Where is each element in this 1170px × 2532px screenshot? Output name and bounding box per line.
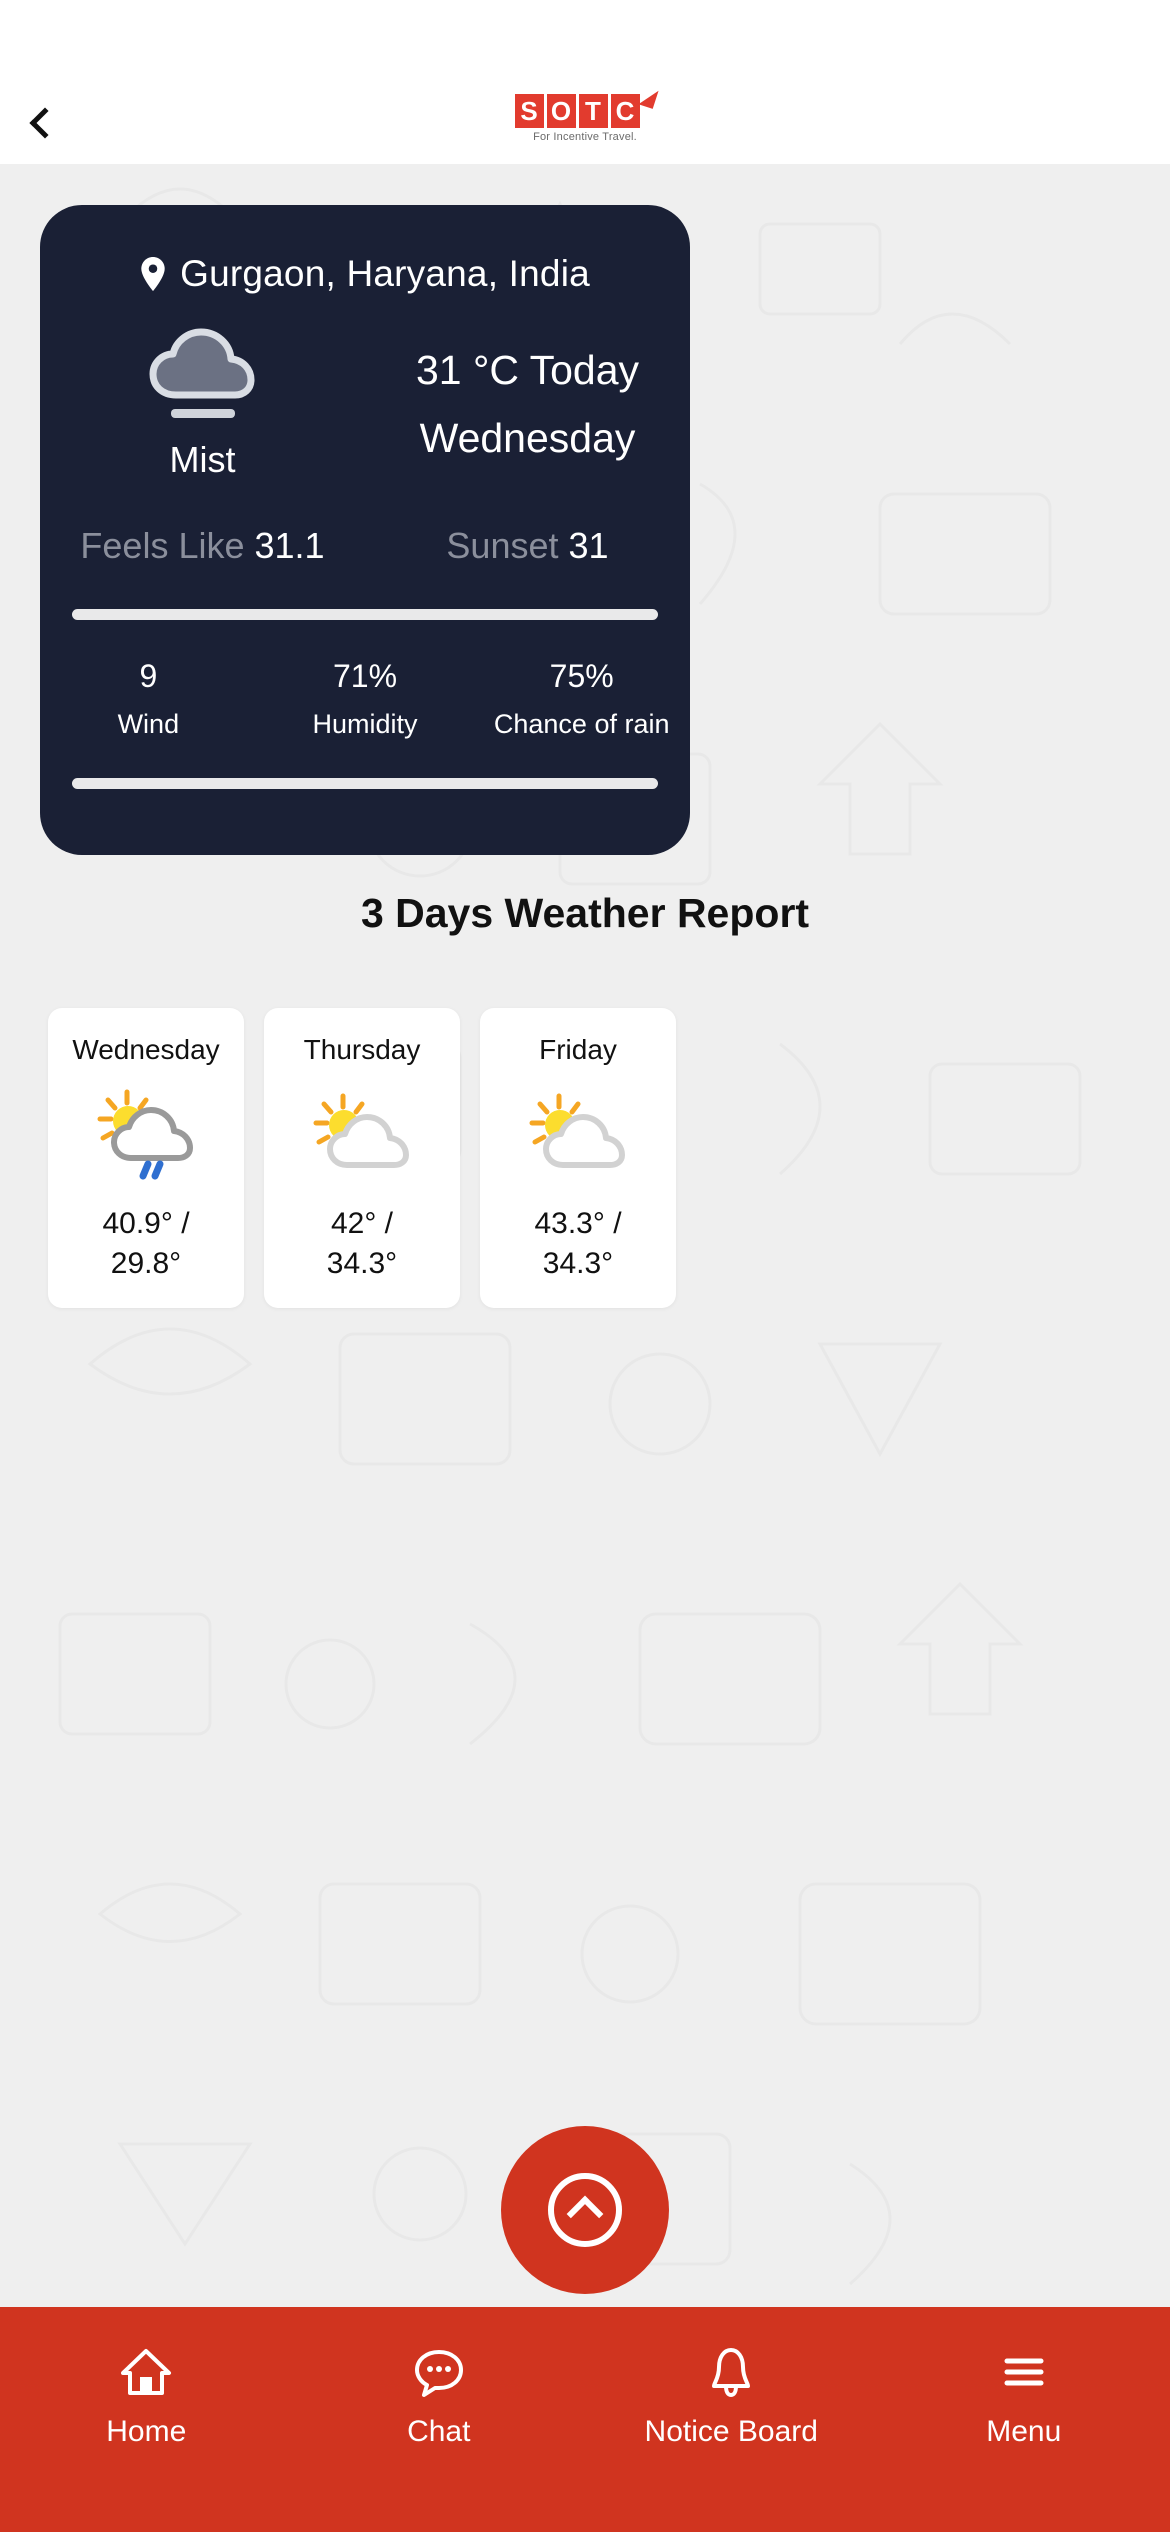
stat-humidity: 71% Humidity [257,658,474,740]
meta-row: Feels Like 31.1 Sunset 31 [40,525,690,567]
stat-wind: 9 Wind [40,658,257,740]
stat-label: Chance of rain [493,709,670,739]
sunset-value: 31 [568,525,609,566]
sun-cloud-rain-icon [97,1089,193,1180]
nav-item-notice-board[interactable]: Notice Board [585,2345,878,2449]
stat-value: 71% [332,658,398,694]
brand-logo: S O T C For Incentive Travel. [0,86,1170,143]
forecast-card[interactable]: Friday 43.3° / 34.3° [480,1008,676,1308]
chat-bubble-icon [414,2350,463,2397]
forecast-temp: 42° / 34.3° [326,1207,398,1280]
nav-item-menu[interactable]: Menu [878,2345,1170,2449]
bell-icon [712,2348,751,2398]
condition-label: Mist [169,439,236,480]
stats-row: 9 Wind 71% Humidity 75% Chance of rain [40,658,690,740]
stat-chance-of-rain: 75% Chance of rain [473,658,690,740]
app-screen: S O T C For Incentive Travel. Gurgaon, H… [0,0,1170,2532]
hamburger-menu-icon [1004,2358,1044,2386]
condition-block: Mist [40,323,365,481]
forecast-list: Wednesday 40.9° / 29.8° Thursday 42° / 3… [48,1008,1122,1308]
current-temperature: 31 °C Today [415,347,640,393]
sunset-stat: Sunset 31 [365,525,690,567]
divider-top [72,609,658,620]
stat-value: 75% [549,658,614,694]
forecast-day: Friday [539,1034,617,1065]
current-day: Wednesday [419,414,636,461]
logo-letter: T [578,94,608,128]
location-row: Gurgaon, Haryana, India [40,253,690,295]
bottom-navigation: Home Chat Notice Board Menu [0,2307,1170,2532]
nav-label: Menu [986,2415,1062,2448]
logo-letter: C [610,94,640,128]
temperature-block: 31 °C Today Wednesday [365,323,690,472]
logo-arrow-icon [637,86,659,109]
forecast-day: Wednesday [72,1034,220,1065]
forecast-day: Thursday [303,1034,421,1065]
nav-label: Home [106,2415,187,2448]
sunset-label: Sunset [446,525,559,566]
chevron-up-icon [566,2195,604,2233]
stat-label: Humidity [312,709,418,739]
logo-letter: O [546,94,576,128]
sun-cloud-icon [313,1093,409,1168]
forecast-card[interactable]: Wednesday 40.9° / 29.8° [48,1008,244,1308]
location-name: Gurgaon, Haryana, India [180,253,590,294]
nav-label: Chat [407,2415,471,2448]
condition-row: Mist 31 °C Today Wednesday [40,323,690,481]
mist-cloud-icon [149,328,254,418]
forecast-temp: 40.9° / 29.8° [102,1207,190,1280]
nav-item-chat[interactable]: Chat [293,2345,586,2449]
forecast-card[interactable]: Thursday 42° / 34.3° [264,1008,460,1308]
divider-bottom [72,778,658,789]
location-pin-icon [141,257,165,291]
stat-label: Wind [117,709,180,739]
current-weather-card: Gurgaon, Haryana, India Mist 31 °C Today… [40,205,690,855]
nav-label: Notice Board [644,2415,818,2448]
feels-like-value: 31.1 [254,525,325,566]
app-header: S O T C For Incentive Travel. [0,0,1170,164]
nav-item-home[interactable]: Home [0,2345,293,2449]
forecast-section-title: 3 Days Weather Report [360,890,810,936]
feels-like-label: Feels Like [80,525,245,566]
logo-tagline: For Incentive Travel. [533,131,637,143]
forecast-temp: 43.3° / 34.3° [534,1207,622,1280]
home-icon [121,2349,172,2395]
scroll-up-fab[interactable] [501,2126,669,2294]
stat-value: 9 [139,658,158,694]
logo-mark: S O T C [514,86,659,128]
sun-cloud-icon [529,1093,625,1168]
logo-letters: S O T C [514,94,640,128]
chevron-up-circle-icon [548,2173,622,2247]
logo-letter: S [514,94,544,128]
feels-like-stat: Feels Like 31.1 [40,525,365,567]
